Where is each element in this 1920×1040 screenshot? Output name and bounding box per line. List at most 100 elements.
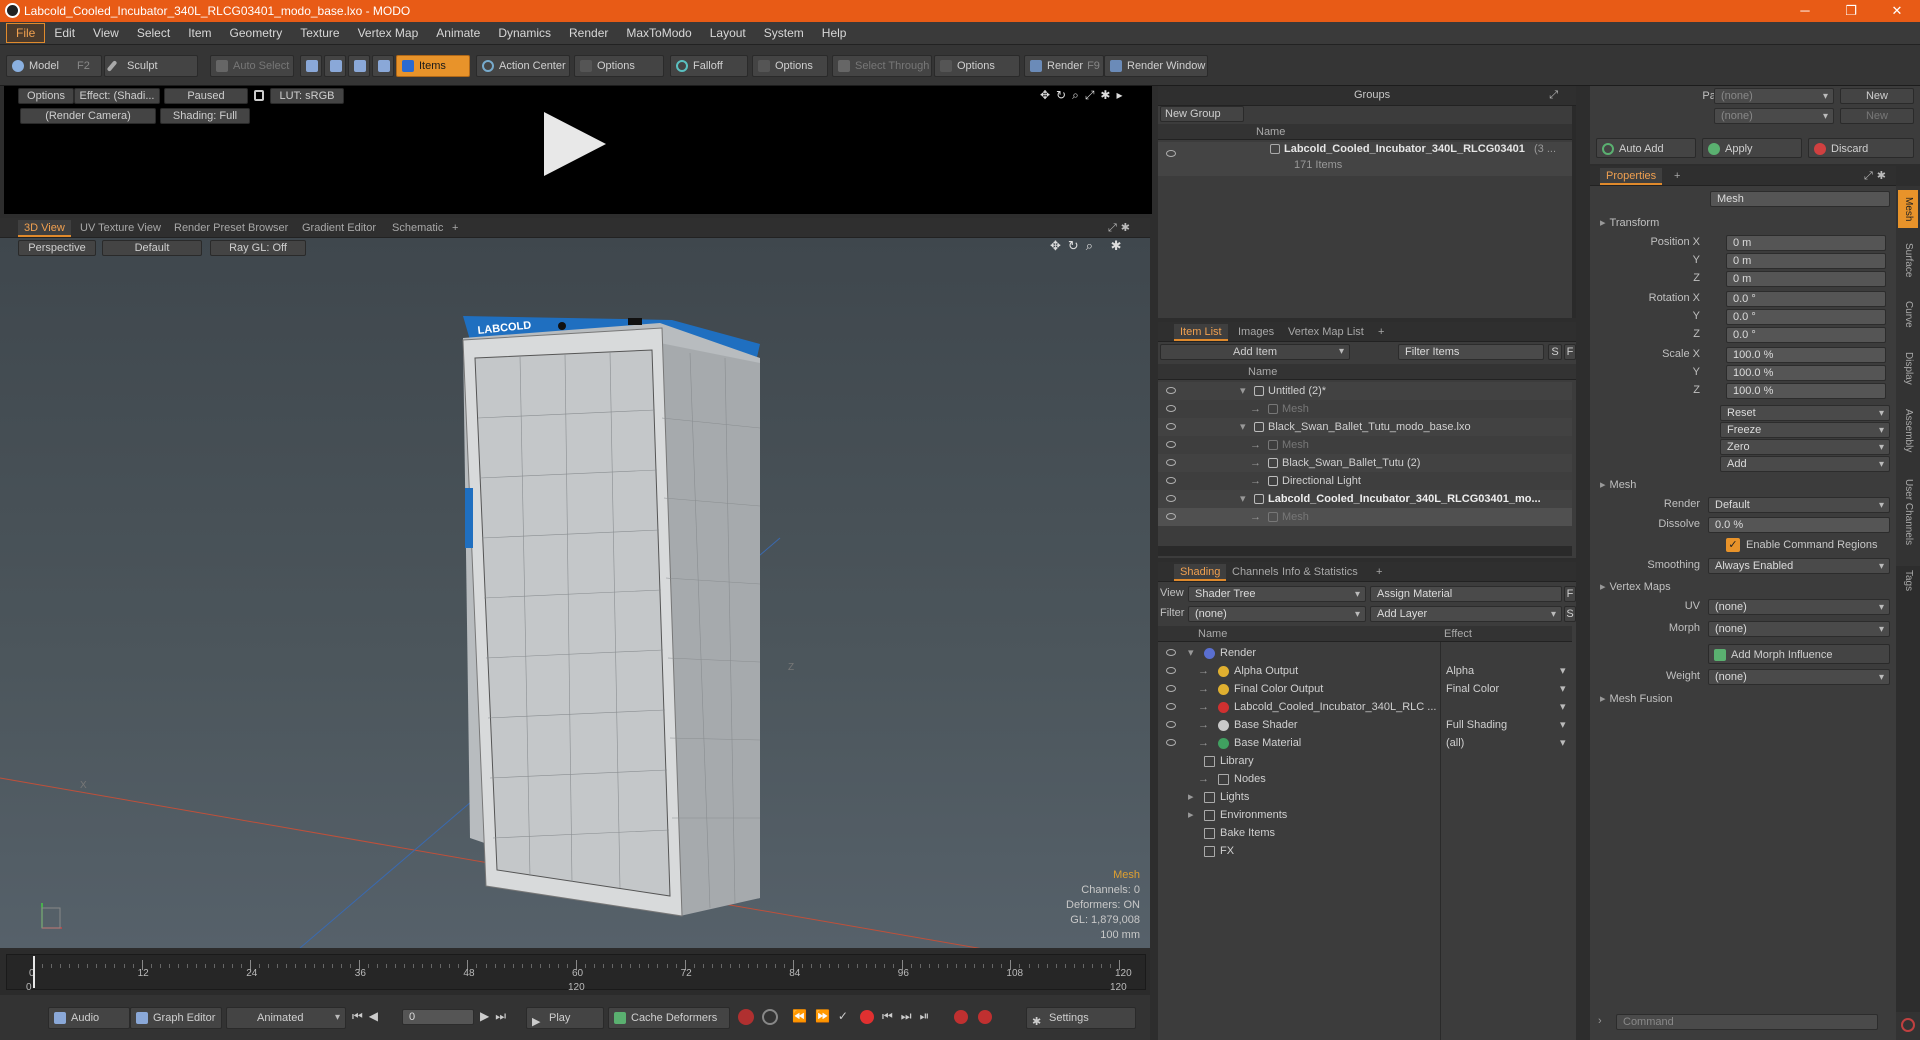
visibility-eye-icon[interactable]	[1166, 405, 1176, 412]
item-list-row[interactable]: ▾ Untitled (2)*	[1158, 382, 1572, 400]
visibility-eye-icon[interactable]	[1166, 150, 1176, 157]
timeline-playhead[interactable]	[33, 956, 35, 988]
add-tab-button[interactable]: +	[1668, 168, 1686, 185]
current-frame-field[interactable]: 0	[402, 1009, 474, 1025]
menu-render[interactable]: Render	[560, 24, 617, 42]
visibility-eye-icon[interactable]	[1166, 685, 1176, 692]
menu-view[interactable]: View	[84, 24, 128, 42]
menu-edit[interactable]: Edit	[45, 24, 84, 42]
expand-arrow-icon[interactable]: →	[1198, 698, 1209, 716]
groups-expand-icon[interactable]: ⤢	[1549, 89, 1558, 102]
filter-s-button[interactable]: S	[1548, 344, 1562, 360]
add-tab-button[interactable]: +	[1370, 564, 1388, 581]
name-field[interactable]: Mesh	[1710, 191, 1890, 207]
mesh-fusion-section[interactable]: Mesh Fusion	[1600, 692, 1673, 705]
item-list-row[interactable]: → Mesh	[1158, 508, 1572, 526]
mesh-section[interactable]: Mesh	[1600, 478, 1637, 491]
lut-dropdown[interactable]: LUT: sRGB	[270, 88, 344, 104]
action-center-button[interactable]: Action Center	[476, 55, 570, 77]
viewport-expand-icons[interactable]: ⤢✱	[1108, 221, 1134, 235]
select-through-button[interactable]: Select Through	[832, 55, 932, 77]
record-key-controls[interactable]: ⏪⏩✓ ⏮⏭⏯	[738, 1007, 1018, 1029]
tab-vertex-map-list[interactable]: Vertex Map List	[1282, 324, 1370, 341]
animated-dropdown[interactable]: Animated	[226, 1007, 346, 1029]
shader-tree-row[interactable]: → Labcold_Cooled_Incubator_340L_RLC ... ▾	[1158, 698, 1572, 716]
delete-key-icon[interactable]	[954, 1010, 968, 1024]
tab-render-preset-browser[interactable]: Render Preset Browser	[168, 220, 294, 237]
timeline[interactable]: 0 12 24 36 48 60 72 84 96 108 120 0 120 120	[0, 950, 1150, 995]
menu-help[interactable]: Help	[813, 24, 856, 42]
render-window-button[interactable]: Render Window	[1104, 55, 1208, 77]
shader-tree-row[interactable]: Library	[1158, 752, 1572, 770]
rotation-z-field[interactable]: 0.0 °	[1726, 327, 1886, 343]
auto-add-button[interactable]: Auto Add	[1596, 138, 1696, 158]
expand-arrow-icon[interactable]: ▸	[1188, 806, 1194, 824]
auto-key-icon[interactable]	[738, 1009, 754, 1025]
tab-uv-texture-view[interactable]: UV Texture View	[74, 220, 167, 237]
add-tab-button[interactable]: +	[446, 220, 464, 237]
tab-item-list[interactable]: Item List	[1174, 324, 1228, 341]
item-list-row[interactable]: → Mesh	[1158, 436, 1572, 454]
shader-row-effect[interactable]: Alpha	[1446, 662, 1474, 680]
render-dropdown[interactable]: Default	[1708, 497, 1890, 513]
action-center-options-button[interactable]: Options	[574, 55, 664, 77]
default-dropdown[interactable]: Default	[102, 240, 202, 256]
tab-images[interactable]: Images	[1232, 324, 1280, 341]
enable-command-regions-checkbox[interactable]: ✓	[1726, 538, 1740, 552]
shader-row-effect[interactable]: (all)	[1446, 734, 1464, 752]
prev-key-buttons[interactable]: ⏮◀	[352, 1009, 384, 1024]
weight-dropdown[interactable]: (none)	[1708, 669, 1890, 685]
menu-maxtomodo[interactable]: MaxToModo	[617, 24, 700, 42]
play-button[interactable]: ▶ Play	[526, 1007, 604, 1029]
child-arrow-icon[interactable]: →	[1250, 400, 1261, 418]
effect-dropdown-arrow-icon[interactable]: ▾	[1560, 734, 1566, 752]
add-item-dropdown[interactable]: Add Item	[1160, 344, 1350, 360]
menu-dynamics[interactable]: Dynamics	[489, 24, 560, 42]
visibility-eye-icon[interactable]	[1166, 739, 1176, 746]
expand-arrow-icon[interactable]: →	[1198, 716, 1209, 734]
side-tab-curve[interactable]: Curve	[1898, 292, 1918, 336]
close-button[interactable]: ✕	[1874, 0, 1920, 22]
new-group-button[interactable]: New Group	[1160, 106, 1244, 122]
stop-icon[interactable]	[1901, 1018, 1915, 1032]
select-options-button[interactable]: Options	[934, 55, 1020, 77]
add-tab-button[interactable]: +	[1372, 324, 1390, 341]
expand-arrow-icon[interactable]: →	[1198, 734, 1209, 752]
shading-dropdown[interactable]: Shading: Full	[160, 108, 250, 124]
menu-item[interactable]: Item	[179, 24, 220, 42]
tab-3d-view[interactable]: 3D View	[18, 220, 71, 237]
expand-arrow-icon[interactable]: ▾	[1240, 382, 1246, 400]
child-arrow-icon[interactable]: →	[1250, 472, 1261, 490]
viewport-nav-icons[interactable]: ✥↻⌕ ✱	[1050, 238, 1129, 254]
scale-x-field[interactable]: 100.0 %	[1726, 347, 1886, 363]
tab-schematic[interactable]: Schematic	[386, 220, 449, 237]
visibility-eye-icon[interactable]	[1166, 667, 1176, 674]
assign-f-button[interactable]: F	[1564, 586, 1576, 602]
key-nav-icons[interactable]: ⏮⏭⏯	[882, 1009, 937, 1024]
scale-y-field[interactable]: 100.0 %	[1726, 365, 1886, 381]
preview-options-button[interactable]: Options	[18, 88, 74, 104]
visibility-eye-icon[interactable]	[1166, 387, 1176, 394]
visibility-eye-icon[interactable]	[1166, 703, 1176, 710]
edges-mode-button[interactable]	[324, 55, 346, 77]
menu-geometry[interactable]: Geometry	[221, 24, 292, 42]
groups-item[interactable]: Labcold_Cooled_Incubator_340L_RLCG03401 …	[1158, 142, 1576, 176]
side-tab-display[interactable]: Display	[1898, 340, 1918, 396]
record-icon[interactable]	[860, 1010, 874, 1024]
items-mode-button[interactable]: Items	[396, 55, 470, 77]
add-layer-s-button[interactable]: S	[1564, 606, 1576, 622]
menu-select[interactable]: Select	[128, 24, 179, 42]
menu-system[interactable]: System	[755, 24, 813, 42]
render-camera-dropdown[interactable]: (Render Camera)	[20, 108, 156, 124]
expand-arrow-icon[interactable]: →	[1198, 770, 1209, 788]
effect-dropdown-arrow-icon[interactable]: ▾	[1560, 716, 1566, 734]
transform-section[interactable]: Transform	[1600, 216, 1660, 229]
expand-arrow-icon[interactable]: →	[1198, 680, 1209, 698]
tab-shading[interactable]: Shading	[1174, 564, 1227, 581]
model-mode-button[interactable]: Model F2	[6, 55, 102, 77]
item-list-hscrollbar[interactable]	[1158, 546, 1572, 556]
shader-tree-row[interactable]: → Nodes	[1158, 770, 1572, 788]
filter-items-input[interactable]: Filter Items	[1398, 344, 1544, 360]
shader-tree-row[interactable]: → Base Shader Full Shading ▾	[1158, 716, 1572, 734]
paused-button[interactable]: Paused	[164, 88, 248, 104]
